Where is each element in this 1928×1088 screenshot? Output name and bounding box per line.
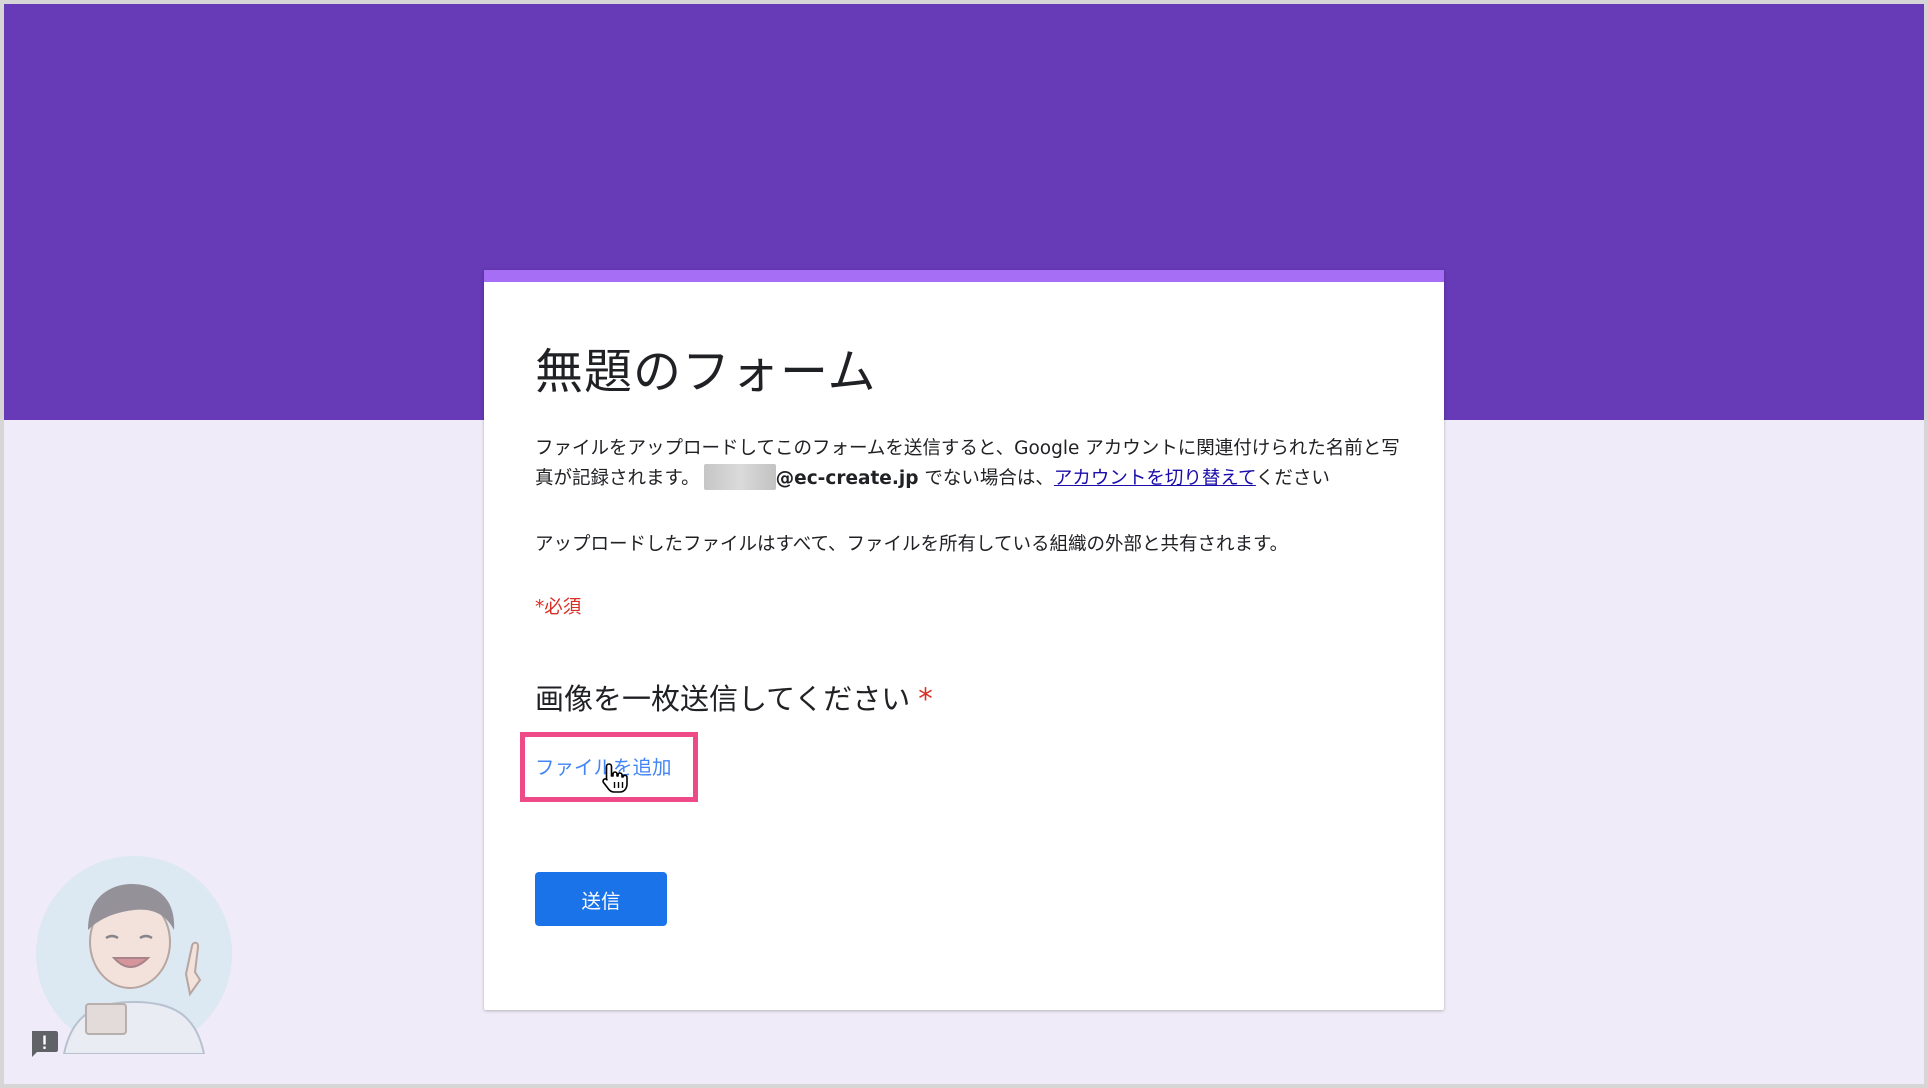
submit-button[interactable]: 送信 (535, 872, 667, 926)
hand-pointer-icon (602, 763, 628, 793)
description-suffix: ください (1255, 468, 1330, 489)
required-star: * (918, 682, 933, 716)
page-frame: 無題のフォーム ファイルをアップロードしてこのフォームを送信すると、Google… (4, 4, 1924, 1084)
email-redacted (703, 464, 776, 490)
switch-account-link[interactable]: アカウントを切り替えて (1054, 468, 1256, 489)
mascot-avatar (36, 856, 232, 1054)
form-card: 無題のフォーム ファイルをアップロードしてこのフォームを送信すると、Google… (484, 270, 1444, 1010)
email-domain: @ec-create.jp (775, 468, 919, 489)
share-note: アップロードしたファイルはすべて、ファイルを所有している組織の外部と共有されます… (535, 534, 1289, 555)
feedback-icon[interactable] (28, 1028, 60, 1060)
required-note: *必須 (535, 597, 582, 618)
form-description: ファイルをアップロードしてこのフォームを送信すると、Google アカウントに関… (535, 434, 1405, 494)
card-accent-bar (484, 270, 1444, 282)
question-title: 画像を一枚送信してください * (535, 676, 933, 718)
form-title: 無題のフォーム (535, 344, 877, 400)
question-label: 画像を一枚送信してください (535, 682, 911, 716)
description-middle: でない場合は、 (918, 468, 1054, 489)
